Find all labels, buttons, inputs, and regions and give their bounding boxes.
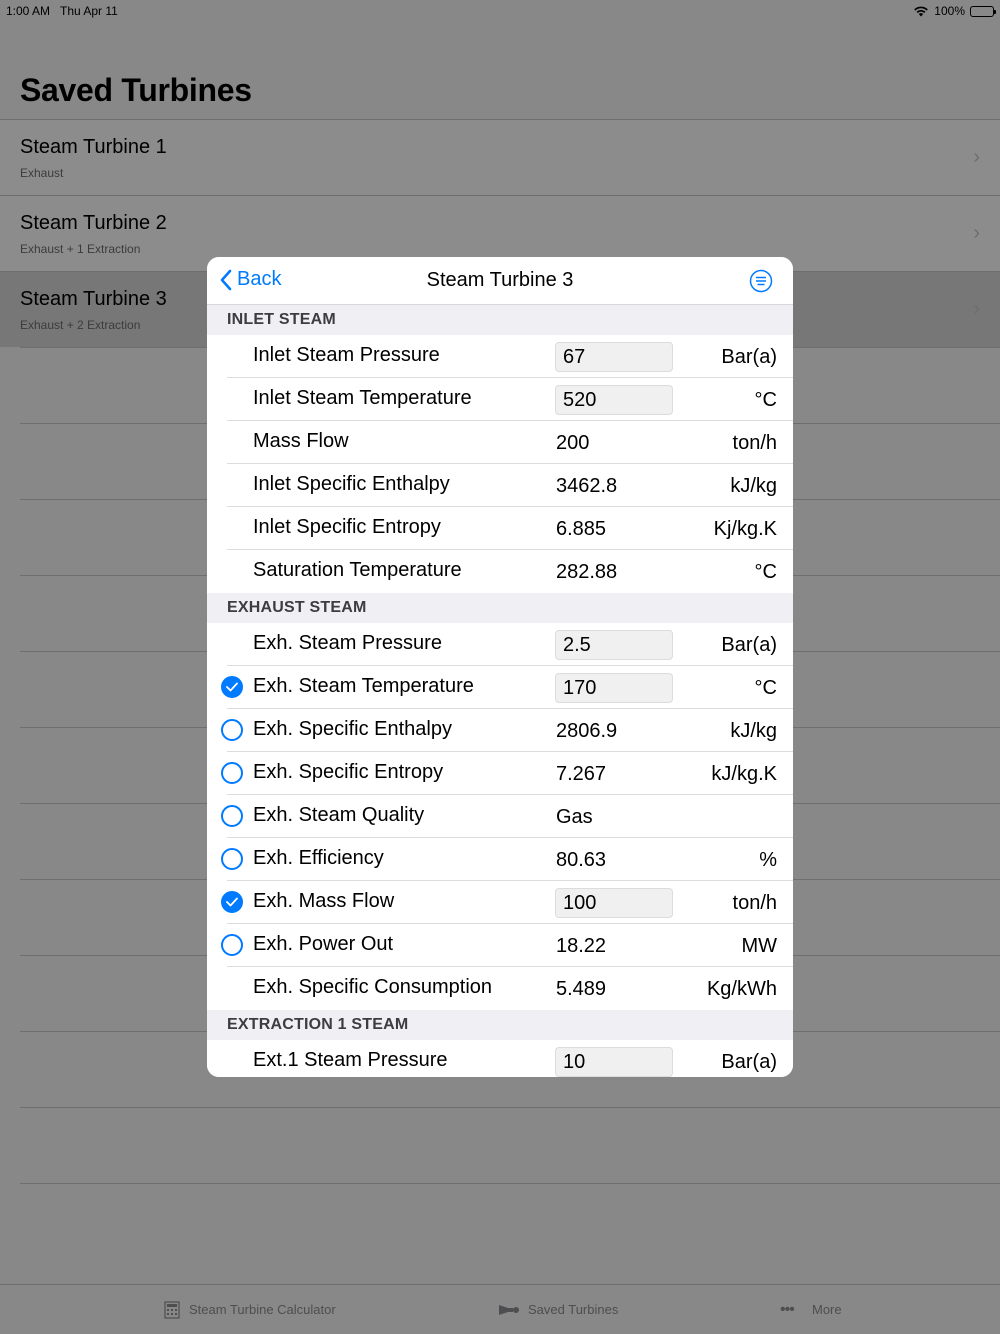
- exh-mass-flow-input[interactable]: 100: [555, 888, 673, 918]
- row-unit: kJ/kg: [730, 475, 777, 497]
- radio-unchecked-icon[interactable]: [221, 719, 243, 741]
- radio-unchecked-icon[interactable]: [221, 848, 243, 870]
- row-unit: Kj/kg.K: [713, 518, 777, 540]
- row-label: Exh. Power Out: [253, 933, 394, 955]
- radio-checked-icon[interactable]: [221, 891, 243, 913]
- row-saturation-temperature: Saturation Temperature 282.88 °C: [207, 550, 793, 593]
- radio-unchecked-icon[interactable]: [221, 934, 243, 956]
- row-label: Inlet Specific Entropy: [253, 516, 441, 538]
- row-unit: MW: [741, 935, 777, 957]
- row-label: Inlet Specific Enthalpy: [253, 473, 450, 495]
- row-value: 80.63: [556, 849, 607, 871]
- radio-unchecked-icon[interactable]: [221, 805, 243, 827]
- inlet-pressure-input[interactable]: 67: [555, 342, 673, 372]
- row-unit: %: [759, 849, 777, 871]
- exh-temperature-input[interactable]: 170: [555, 673, 673, 703]
- row-unit: °C: [754, 561, 777, 583]
- row-label: Exh. Efficiency: [253, 847, 384, 869]
- exh-pressure-input[interactable]: 2.5: [555, 630, 673, 660]
- row-label: Exh. Specific Entropy: [253, 761, 444, 783]
- row-inlet-steam-temperature: Inlet Steam Temperature 520 °C: [207, 378, 793, 421]
- row-unit: kJ/kg.K: [711, 763, 777, 785]
- row-inlet-specific-enthalpy: Inlet Specific Enthalpy 3462.8 kJ/kg: [207, 464, 793, 507]
- row-exh-power-out: Exh. Power Out 18.22 MW: [207, 924, 793, 967]
- section-header-inlet: INLET STEAM: [207, 305, 793, 335]
- row-exh-steam-quality: Exh. Steam Quality Gas: [207, 795, 793, 838]
- row-unit: ton/h: [732, 432, 777, 454]
- list-menu-icon[interactable]: [749, 269, 773, 293]
- inlet-temperature-input[interactable]: 520: [555, 385, 673, 415]
- row-unit: °C: [754, 677, 777, 699]
- row-unit: Bar(a): [721, 1051, 777, 1073]
- row-value: 3462.8: [556, 475, 618, 497]
- row-inlet-steam-pressure: Inlet Steam Pressure 67 Bar(a): [207, 335, 793, 378]
- row-value: 200: [556, 432, 590, 454]
- row-unit: ton/h: [732, 892, 777, 914]
- row-unit: Bar(a): [721, 634, 777, 656]
- row-label: Exh. Specific Enthalpy: [253, 718, 452, 740]
- row-label: Saturation Temperature: [253, 559, 462, 581]
- section-header-extraction-1: EXTRACTION 1 STEAM: [207, 1010, 793, 1040]
- radio-checked-icon[interactable]: [221, 676, 243, 698]
- row-value: 6.885: [556, 518, 607, 540]
- section-header-exhaust: EXHAUST STEAM: [207, 593, 793, 623]
- row-exh-specific-enthalpy: Exh. Specific Enthalpy 2806.9 kJ/kg: [207, 709, 793, 752]
- row-exh-mass-flow: Exh. Mass Flow 100 ton/h: [207, 881, 793, 924]
- row-label: Ext.1 Steam Pressure: [253, 1049, 448, 1071]
- row-label: Inlet Steam Pressure: [253, 344, 440, 366]
- row-exh-specific-entropy: Exh. Specific Entropy 7.267 kJ/kg.K: [207, 752, 793, 795]
- row-value: Gas: [556, 806, 593, 828]
- row-label: Mass Flow: [253, 430, 349, 452]
- row-value: 5.489: [556, 978, 607, 1000]
- row-unit: kJ/kg: [730, 720, 777, 742]
- row-value: 2806.9: [556, 720, 618, 742]
- row-label: Inlet Steam Temperature: [253, 387, 472, 409]
- row-label: Exh. Steam Temperature: [253, 675, 474, 697]
- row-value: 18.22: [556, 935, 607, 957]
- row-label: Exh. Mass Flow: [253, 890, 395, 912]
- row-ext1-steam-pressure: Ext.1 Steam Pressure 10 Bar(a): [207, 1040, 793, 1077]
- row-unit: °C: [754, 389, 777, 411]
- row-inlet-specific-entropy: Inlet Specific Entropy 6.885 Kj/kg.K: [207, 507, 793, 550]
- row-value: 7.267: [556, 763, 607, 785]
- row-exh-specific-consumption: Exh. Specific Consumption 5.489 Kg/kWh: [207, 967, 793, 1010]
- row-label: Exh. Specific Consumption: [253, 976, 493, 998]
- row-exh-efficiency: Exh. Efficiency 80.63 %: [207, 838, 793, 881]
- row-exh-steam-temperature: Exh. Steam Temperature 170 °C: [207, 666, 793, 709]
- row-exh-steam-pressure: Exh. Steam Pressure 2.5 Bar(a): [207, 623, 793, 666]
- radio-unchecked-icon[interactable]: [221, 762, 243, 784]
- ext1-pressure-input[interactable]: 10: [555, 1047, 673, 1077]
- turbine-detail-modal: Back Steam Turbine 3 INLET STEAM Inlet S…: [207, 257, 793, 1077]
- row-unit: Kg/kWh: [706, 978, 777, 1000]
- modal-title: Steam Turbine 3: [426, 269, 574, 291]
- row-label: Exh. Steam Quality: [253, 804, 425, 826]
- row-label: Exh. Steam Pressure: [253, 632, 442, 654]
- modal-nav-bar: Back Steam Turbine 3: [207, 257, 793, 305]
- row-unit: Bar(a): [721, 346, 777, 368]
- row-value: 282.88: [556, 561, 618, 583]
- row-mass-flow: Mass Flow 200 ton/h: [207, 421, 793, 464]
